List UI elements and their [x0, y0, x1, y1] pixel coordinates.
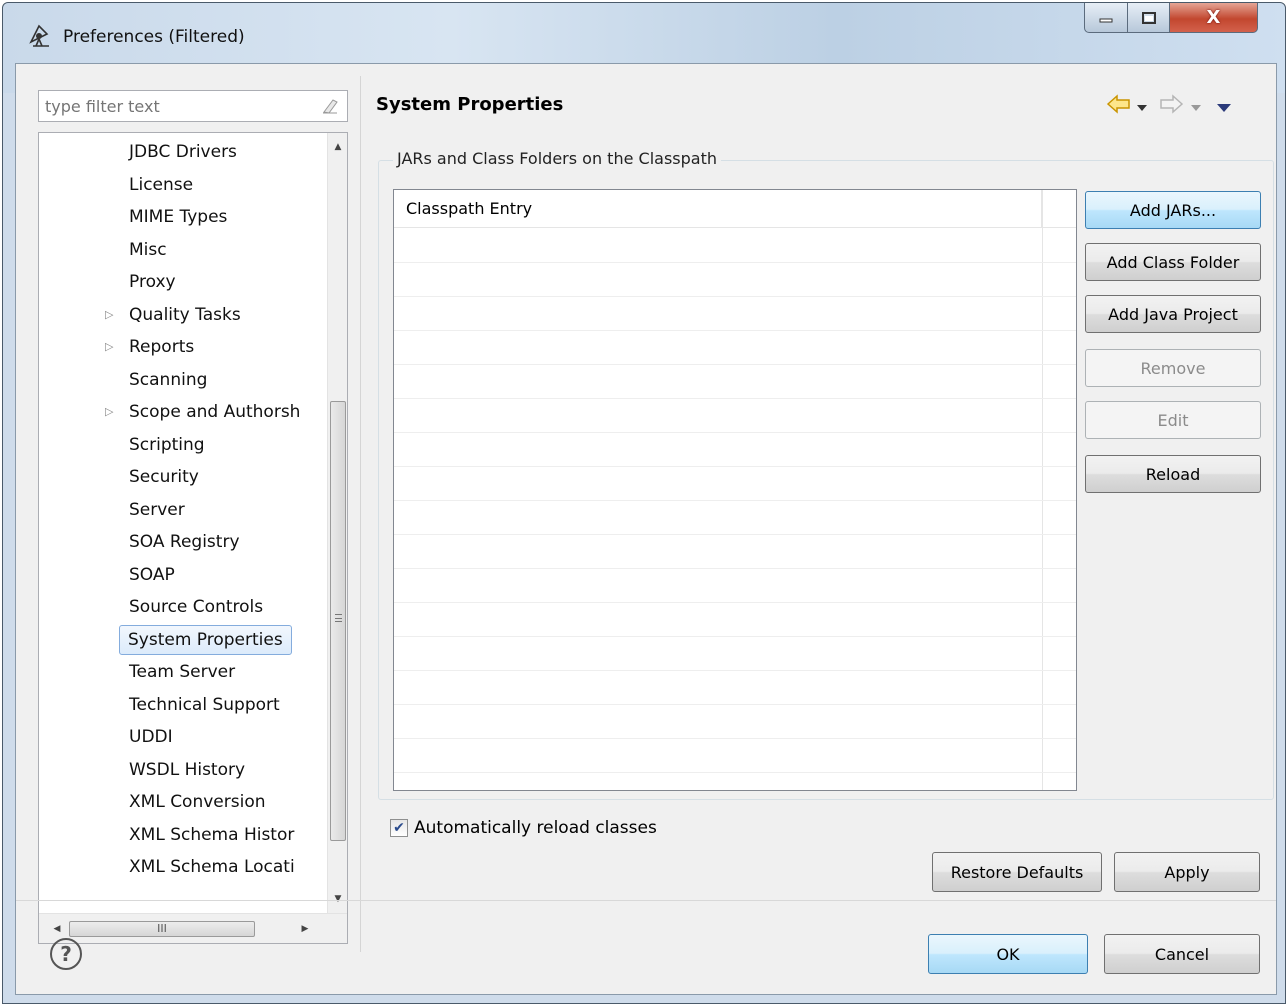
tree-item[interactable]: MIME Types: [129, 202, 227, 232]
table-row[interactable]: [394, 568, 1076, 569]
tree-item[interactable]: Server: [129, 495, 185, 525]
panel-divider[interactable]: [360, 76, 361, 952]
tree-item[interactable]: UDDI: [129, 722, 173, 752]
back-menu-icon[interactable]: [1136, 98, 1148, 118]
footer-separator: [16, 900, 1276, 901]
tree-item[interactable]: License: [129, 170, 193, 200]
preferences-window: Preferences (Filtered) X JDBC DriversLic…: [2, 2, 1286, 1004]
remove-button: Remove: [1085, 349, 1261, 387]
table-row[interactable]: [394, 296, 1076, 297]
reload-button[interactable]: Reload: [1085, 455, 1261, 493]
grip-icon: [335, 614, 342, 622]
table-row[interactable]: [394, 330, 1076, 331]
table-row[interactable]: [394, 432, 1076, 433]
restore-defaults-button[interactable]: Restore Defaults: [932, 852, 1102, 892]
tree-list: JDBC Drivers License MIME Types Misc Proxy ▷ Q…: [39, 133, 329, 913]
table-row[interactable]: [394, 534, 1076, 535]
forward-arrow-icon[interactable]: [1158, 92, 1184, 121]
tree-item[interactable]: SOA Registry: [129, 527, 240, 557]
scroll-thumb[interactable]: [330, 401, 346, 841]
edit-button: Edit: [1085, 401, 1261, 439]
tree-item[interactable]: WSDL History: [129, 755, 245, 785]
table-row[interactable]: [394, 738, 1076, 739]
expand-icon[interactable]: ▷: [105, 397, 117, 427]
tree-item[interactable]: Quality Tasks: [129, 300, 241, 330]
tree-item[interactable]: Scripting: [129, 430, 205, 460]
table-row[interactable]: [394, 466, 1076, 467]
tree-item[interactable]: XML Conversion: [129, 787, 266, 817]
filter-input[interactable]: [39, 91, 309, 121]
tree-item[interactable]: System Properties: [119, 624, 292, 655]
column-header-classpath-entry[interactable]: Classpath Entry: [394, 190, 1042, 228]
tree-item[interactable]: Source Controls: [129, 592, 263, 622]
clear-filter-icon[interactable]: [321, 97, 339, 115]
table-row[interactable]: [394, 704, 1076, 705]
table-row[interactable]: [394, 262, 1076, 263]
help-icon[interactable]: ?: [50, 938, 82, 970]
table-row[interactable]: [394, 602, 1076, 603]
table-row[interactable]: [394, 636, 1076, 637]
tree-item[interactable]: Team Server: [129, 657, 235, 687]
maximize-icon: [1141, 11, 1156, 24]
ok-button[interactable]: OK: [928, 934, 1088, 974]
preferences-tree: JDBC Drivers License MIME Types Misc Proxy ▷ Q…: [38, 132, 348, 944]
preferences-app-icon: [29, 24, 49, 47]
forward-menu-icon[interactable]: [1190, 98, 1202, 118]
tree-item[interactable]: Security: [129, 462, 199, 492]
add-java-project-button[interactable]: Add Java Project: [1085, 295, 1261, 333]
tree-item[interactable]: Scope and Authorsh: [129, 397, 300, 427]
table-row[interactable]: [394, 364, 1076, 365]
page-title: System Properties: [376, 94, 564, 115]
group-label: JARs and Class Folders on the Classpath: [393, 149, 721, 168]
add-jars-button[interactable]: Add JARs...: [1085, 191, 1261, 229]
auto-reload-option[interactable]: ✔ Automatically reload classes: [390, 816, 657, 840]
dialog-body: JDBC DriversLicenseMIME TypesMiscProxy ▷ Q…: [15, 63, 1277, 995]
tree-item[interactable]: XML Schema Histor: [129, 820, 294, 850]
tree-item[interactable]: Reports: [129, 332, 194, 362]
back-arrow-icon[interactable]: [1106, 92, 1132, 121]
tree-item[interactable]: Misc: [129, 235, 167, 265]
expand-icon[interactable]: ▷: [105, 300, 117, 330]
table-row[interactable]: [394, 398, 1076, 399]
minimize-icon: [1099, 18, 1113, 22]
tree-item[interactable]: Proxy: [129, 267, 176, 297]
close-icon: X: [1206, 7, 1221, 28]
tree-item[interactable]: JDBC Drivers: [129, 137, 237, 167]
tree-vertical-scrollbar[interactable]: ▲ ▼: [327, 133, 347, 913]
filter-box: [38, 90, 348, 122]
scroll-up-icon[interactable]: ▲: [328, 137, 347, 157]
cancel-button[interactable]: Cancel: [1104, 934, 1260, 974]
close-button[interactable]: X: [1170, 3, 1258, 33]
expand-icon[interactable]: ▷: [105, 332, 117, 362]
classpath-group: JARs and Class Folders on the Classpath …: [378, 149, 1274, 800]
scroll-right-icon[interactable]: ▶: [295, 914, 315, 943]
history-nav: [1106, 92, 1266, 118]
classpath-table[interactable]: Classpath Entry: [393, 189, 1077, 791]
view-menu-icon[interactable]: [1216, 98, 1232, 118]
apply-button[interactable]: Apply: [1114, 852, 1260, 892]
table-header: Classpath Entry: [394, 190, 1076, 228]
tree-item[interactable]: Scanning: [129, 365, 207, 395]
auto-reload-checkbox[interactable]: ✔: [390, 819, 408, 837]
tree-item[interactable]: Technical Support: [129, 690, 280, 720]
add-class-folder-button[interactable]: Add Class Folder: [1085, 243, 1261, 281]
table-row[interactable]: [394, 500, 1076, 501]
scroll-down-icon[interactable]: ▼: [328, 889, 347, 909]
table-row[interactable]: [394, 670, 1076, 671]
hscroll-grip: III: [157, 922, 167, 935]
checkmark-icon: ✔: [393, 820, 405, 836]
minimize-button[interactable]: [1084, 3, 1128, 33]
tree-horizontal-scrollbar[interactable]: ◀ III ▶: [39, 913, 347, 943]
tree-item[interactable]: XML Schema Locati: [129, 852, 295, 882]
auto-reload-label[interactable]: Automatically reload classes: [414, 818, 657, 838]
window-title: Preferences (Filtered): [63, 27, 245, 47]
maximize-button[interactable]: [1128, 3, 1170, 33]
hscroll-thumb[interactable]: III: [69, 921, 255, 937]
tree-item[interactable]: SOAP: [129, 560, 175, 590]
column-separator: [1042, 190, 1043, 790]
table-row[interactable]: [394, 772, 1076, 773]
